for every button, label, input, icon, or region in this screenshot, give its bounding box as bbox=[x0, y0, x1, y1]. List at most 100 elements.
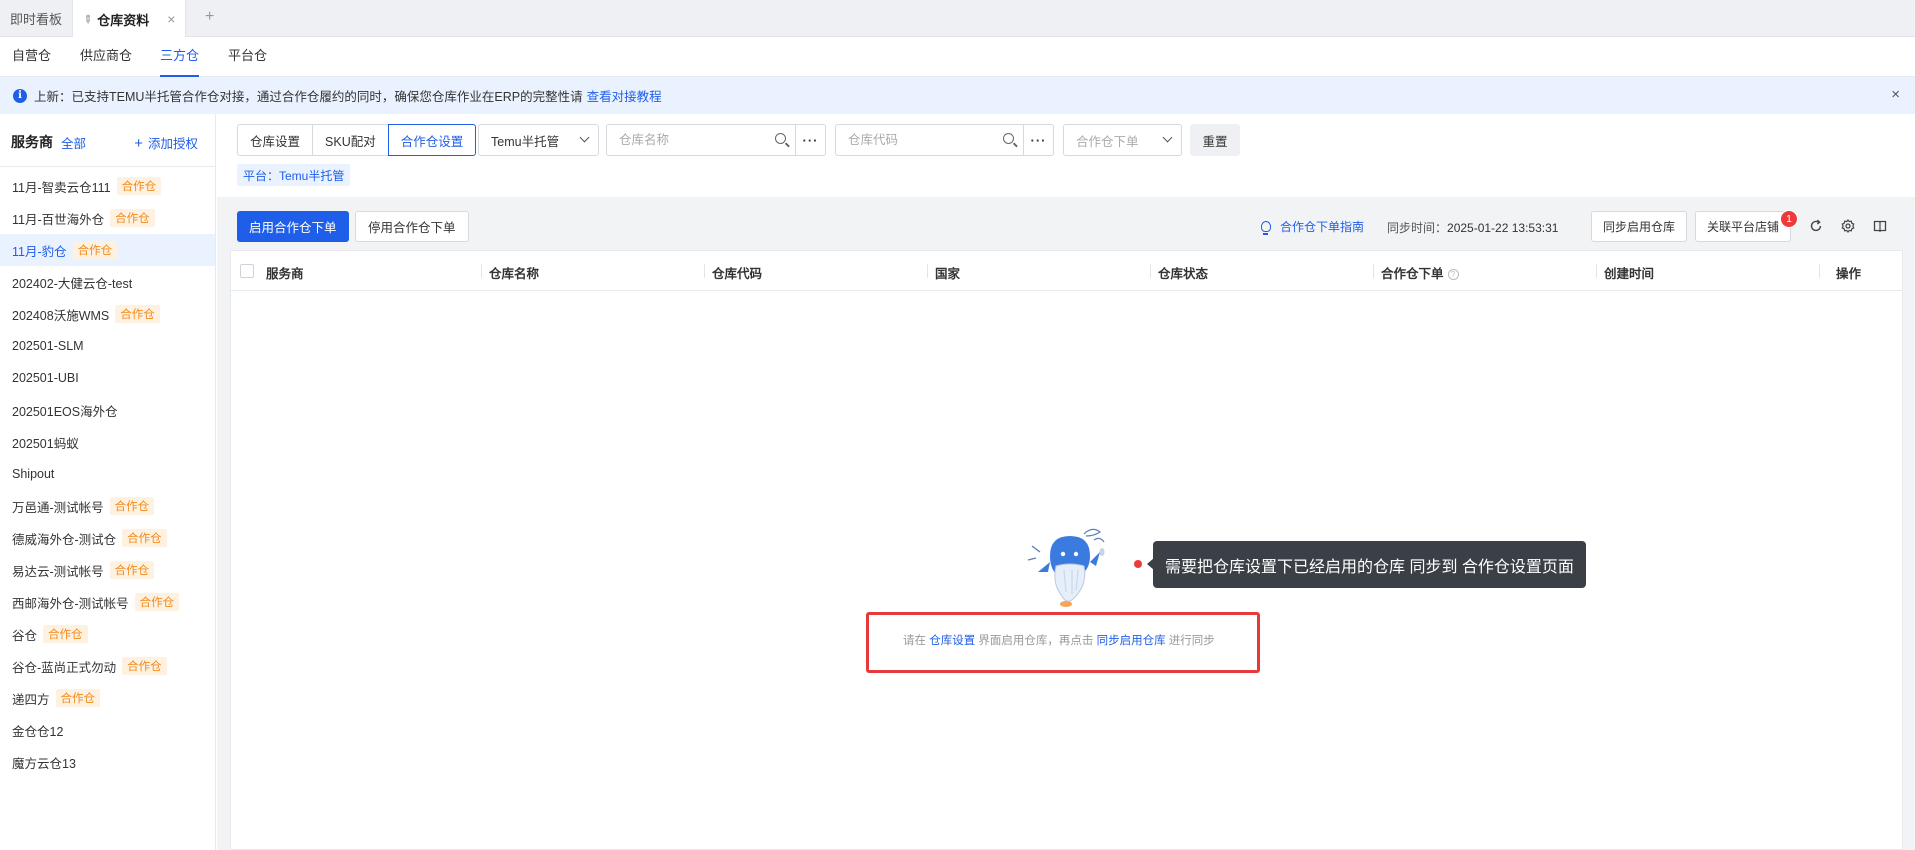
sidebar-item-label: 易达云-测试帐号 bbox=[12, 564, 104, 579]
empty-state-message: 请在 仓库设置 界面启用仓库，再点击 同步启用仓库 进行同步 bbox=[903, 632, 1215, 648]
column-country: 国家 bbox=[935, 267, 961, 281]
empty-text-part: 界面启用仓库，再点击 bbox=[975, 635, 1097, 647]
column-provider: 服务商 bbox=[266, 267, 304, 281]
tab-warehouse-info[interactable]: ✎ 仓库资料 × bbox=[72, 0, 187, 38]
warehouse-name-search: ··· bbox=[606, 124, 826, 156]
sidebar-item-provider[interactable]: 202408沃施WMS 合作仓 bbox=[0, 298, 215, 330]
sidebar-item-label: 金仓仓12 bbox=[12, 724, 64, 739]
tab-dashboard[interactable]: 即时看板 bbox=[0, 0, 72, 37]
sidebar-item-provider[interactable]: 谷仓 合作仓 bbox=[0, 618, 215, 650]
sidebar-item-label: 谷仓 bbox=[12, 628, 38, 643]
sidebar-item-provider[interactable]: 万邑通-测试帐号 合作仓 bbox=[0, 490, 215, 522]
guide-label: 合作仓下单指南 bbox=[1280, 220, 1365, 234]
sidebar-item-provider[interactable]: 西邮海外仓-测试帐号 合作仓 bbox=[0, 586, 215, 618]
book-icon[interactable] bbox=[1873, 219, 1887, 233]
partner-warehouse-tag: 合作仓 bbox=[72, 241, 118, 259]
provider-sidebar: 服务商 全部 + 添加授权 11月-智卖云仓111 合作仓 11月-百世海外仓 合作仓 1… bbox=[0, 114, 216, 850]
sync-enabled-warehouses-link[interactable]: 同步启用仓库 bbox=[1097, 635, 1166, 647]
segment-partner-warehouse-settings[interactable]: 合作仓设置 bbox=[387, 124, 477, 156]
sync-enabled-warehouses-button[interactable]: 同步启用仓库 bbox=[1591, 211, 1687, 242]
all-providers-link[interactable]: 全部 bbox=[61, 133, 86, 152]
gear-icon[interactable] bbox=[1841, 219, 1855, 233]
partner-warehouse-tag: 合作仓 bbox=[122, 529, 167, 547]
tab-platform-warehouse[interactable]: 平台仓 bbox=[228, 37, 267, 77]
tab-self-warehouse[interactable]: 自营仓 bbox=[12, 37, 51, 77]
lightbulb-icon bbox=[1261, 221, 1271, 235]
warehouse-settings-link[interactable]: 仓库设置 bbox=[929, 635, 975, 647]
sidebar-item-provider[interactable]: 谷仓-蓝尚正式勿动 合作仓 bbox=[0, 650, 215, 682]
partner-warehouse-tag: 合作仓 bbox=[116, 177, 162, 195]
warehouse-type-tabs: 自营仓 供应商仓 三方仓 平台仓 bbox=[0, 37, 1915, 77]
plus-icon: + bbox=[134, 135, 143, 152]
warehouse-code-search: ··· bbox=[835, 124, 1054, 156]
whale-mascot-icon bbox=[1027, 528, 1105, 607]
reset-button[interactable]: 重置 bbox=[1190, 124, 1240, 156]
sidebar-item-provider[interactable]: 202501蚂蚁 bbox=[0, 426, 215, 458]
search-icon[interactable] bbox=[775, 133, 786, 144]
sidebar-item-label: 202501EOS海外仓 bbox=[12, 404, 118, 419]
tutorial-link[interactable]: 查看对接教程 bbox=[587, 86, 662, 105]
segment-warehouse-settings[interactable]: 仓库设置 bbox=[237, 124, 314, 156]
column-partner-order: 合作仓下单? bbox=[1381, 263, 1459, 282]
sidebar-item-provider[interactable]: 递四方 合作仓 bbox=[0, 682, 215, 714]
sidebar-item-label: 德威海外仓-测试仓 bbox=[12, 532, 117, 547]
refresh-icon[interactable] bbox=[1809, 219, 1823, 233]
tab-label: 即时看板 bbox=[10, 12, 63, 27]
sidebar-item-provider[interactable]: 11月-百世海外仓 合作仓 bbox=[0, 202, 215, 234]
platform-select[interactable]: Temu半托管 bbox=[478, 124, 599, 156]
chevron-down-icon bbox=[579, 132, 590, 143]
add-authorization-label: 添加授权 bbox=[147, 137, 198, 151]
enable-partner-order-button[interactable]: 启用合作仓下单 bbox=[237, 211, 349, 242]
sidebar-item-label: 202402-大健云仓-test bbox=[12, 276, 133, 291]
sidebar-item-label: 西邮海外仓-测试帐号 bbox=[12, 596, 129, 611]
warehouse-name-input[interactable] bbox=[607, 125, 767, 155]
help-icon[interactable]: ? bbox=[1447, 269, 1459, 281]
sidebar-item-provider[interactable]: 11月-豹仓 合作仓 bbox=[0, 234, 215, 266]
partner-warehouse-tag: 合作仓 bbox=[122, 657, 167, 675]
platform-filter-chip[interactable]: 平台：Temu半托管 bbox=[237, 164, 351, 186]
select-all-checkbox[interactable] bbox=[240, 264, 254, 278]
segment-sku-pairing[interactable]: SKU配对 bbox=[312, 124, 389, 156]
tab-third-party-warehouse[interactable]: 三方仓 bbox=[160, 37, 200, 77]
sidebar-item-provider[interactable]: 德威海外仓-测试仓 合作仓 bbox=[0, 522, 215, 554]
tab-supplier-warehouse[interactable]: 供应商仓 bbox=[80, 37, 132, 77]
sidebar-item-provider[interactable]: 202501-UBI bbox=[0, 362, 215, 394]
sidebar-item-provider[interactable]: Shipout bbox=[0, 458, 215, 490]
partner-warehouse-tag: 合作仓 bbox=[134, 593, 180, 611]
table-header: 服务商 仓库名称 仓库代码 国家 仓库状态 合作仓下单? 创建时间 操作 bbox=[231, 252, 1902, 291]
sidebar-title: 服务商 bbox=[11, 134, 53, 150]
add-authorization-button[interactable]: + 添加授权 bbox=[134, 133, 198, 152]
partner-order-select[interactable]: 合作仓下单 bbox=[1063, 124, 1182, 156]
sidebar-item-provider[interactable]: 魔方云仓13 bbox=[0, 746, 215, 778]
sidebar-item-label: 万邑通-测试帐号 bbox=[12, 500, 104, 515]
column-divider bbox=[1819, 264, 1820, 278]
search-icon[interactable] bbox=[1003, 133, 1014, 144]
platform-select-value: Temu半托管 bbox=[491, 134, 560, 149]
partner-order-select-placeholder: 合作仓下单 bbox=[1076, 134, 1139, 149]
sidebar-item-label: 魔方云仓13 bbox=[12, 756, 76, 771]
disable-partner-order-button[interactable]: 停用合作仓下单 bbox=[355, 211, 469, 242]
column-divider bbox=[704, 264, 705, 278]
more-options-icon[interactable]: ··· bbox=[1023, 125, 1053, 155]
close-icon[interactable]: × bbox=[167, 11, 175, 27]
sidebar-item-provider[interactable]: 金仓仓12 bbox=[0, 714, 215, 746]
sidebar-item-label: 202408沃施WMS bbox=[12, 308, 110, 323]
sidebar-item-provider[interactable]: 202501-SLM bbox=[0, 330, 215, 362]
partner-warehouse-tag: 合作仓 bbox=[109, 497, 155, 515]
sidebar-item-provider[interactable]: 易达云-测试帐号 合作仓 bbox=[0, 554, 215, 586]
more-options-icon[interactable]: ··· bbox=[795, 125, 825, 155]
partner-warehouse-tag: 合作仓 bbox=[55, 689, 101, 707]
column-warehouse-status: 仓库状态 bbox=[1158, 267, 1209, 281]
sidebar-item-provider[interactable]: 202501EOS海外仓 bbox=[0, 394, 215, 426]
sidebar-item-provider[interactable]: 202402-大健云仓-test bbox=[0, 266, 215, 298]
partner-warehouse-tag: 合作仓 bbox=[115, 305, 160, 323]
sidebar-item-provider[interactable]: 11月-智卖云仓111 合作仓 bbox=[0, 170, 215, 202]
warehouse-code-input[interactable] bbox=[836, 125, 996, 155]
add-tab-icon[interactable]: + bbox=[205, 8, 214, 26]
partner-order-guide-link[interactable]: 合作仓下单指南 bbox=[1261, 218, 1364, 235]
close-icon[interactable]: × bbox=[1891, 86, 1900, 103]
hint-tooltip: 需要把仓库设置下已经启用的仓库 同步到 合作仓设置页面 bbox=[1153, 541, 1586, 588]
partner-warehouse-tag: 合作仓 bbox=[110, 209, 155, 227]
sync-time-label: 同步时间： bbox=[1387, 221, 1448, 235]
link-platform-store-button[interactable]: 关联平台店铺 bbox=[1695, 211, 1791, 242]
